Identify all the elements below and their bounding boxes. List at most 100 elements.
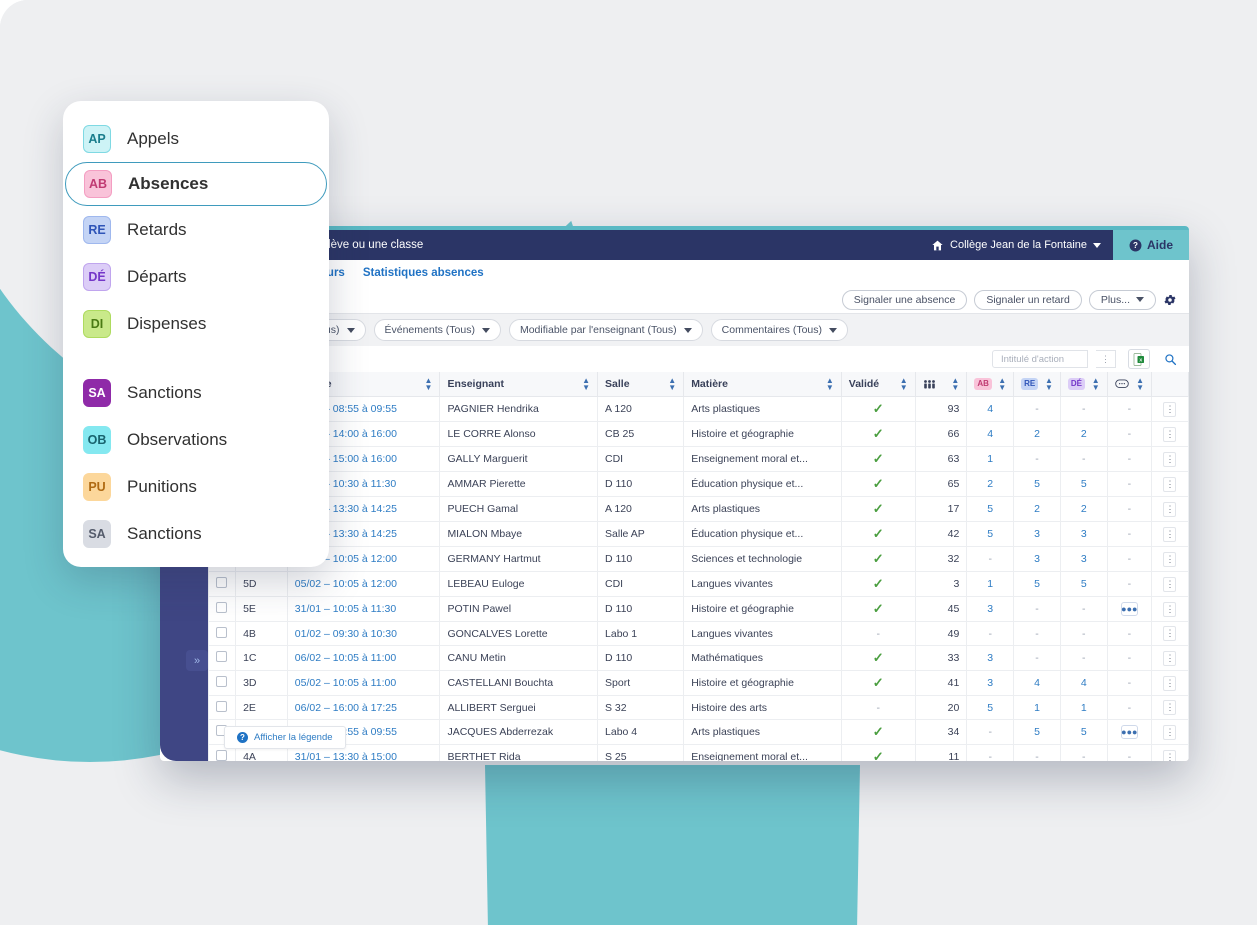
excel-export-icon[interactable]: X (1128, 349, 1150, 369)
menu-item-sanctions[interactable]: SA Sanctions (63, 510, 329, 557)
row-checkbox-cell[interactable] (208, 621, 237, 646)
vertical-dots-icon[interactable]: ⋮ (1163, 576, 1177, 592)
table-row[interactable]: 1C 06/02 – 10:05 à 11:00 CANU Metin D 110 Ma… (208, 645, 1189, 671)
table-row[interactable]: 1C01/02 – 10:05 à 12:00GERMANY HartmutD … (208, 546, 1189, 572)
vertical-dots-icon[interactable]: ⋮ (1163, 700, 1177, 715)
row-checkbox-cell[interactable] (208, 645, 237, 671)
speech-bubble-icon[interactable]: ●●● (1120, 725, 1138, 739)
vertical-dots-icon[interactable]: ⋮ (1163, 426, 1177, 442)
table-row[interactable]: 5D01/02 – 13:30 à 14:25MIALON MbayeSalle… (208, 521, 1189, 547)
more-actions-button[interactable]: Plus... (1088, 289, 1156, 310)
sort-icon[interactable]: ▲▼ (582, 377, 590, 392)
gear-icon[interactable] (1163, 293, 1177, 307)
cell-row-actions[interactable]: ⋮ (1150, 621, 1189, 646)
filter-commentaires[interactable]: Commentaires (Tous) (710, 319, 849, 341)
sort-icon[interactable]: ▲▼ (951, 377, 959, 392)
vertical-dots-icon[interactable]: ⋮ (1163, 626, 1177, 641)
row-checkbox[interactable] (216, 651, 227, 662)
vertical-dots-icon[interactable]: ⋮ (1163, 401, 1177, 417)
row-checkbox-cell[interactable] (208, 571, 237, 597)
sort-icon[interactable]: ▲▼ (1136, 377, 1144, 392)
sort-icon[interactable]: ▲▼ (1092, 377, 1100, 392)
vertical-dots-icon[interactable]: ⋮ (1163, 650, 1177, 666)
cell-row-actions[interactable]: ⋮ (1150, 596, 1189, 622)
vertical-dots-icon[interactable]: ⋮ (1096, 350, 1116, 368)
table-row[interactable]: 2E 06/02 – 16:00 à 17:25 ALLIBERT Serguei S… (208, 695, 1189, 720)
action-title-input[interactable]: Intitulé d'action (992, 350, 1088, 368)
cell-row-actions[interactable]: ⋮ (1150, 645, 1189, 671)
menu-item-punitions[interactable]: PU Punitions (63, 463, 329, 510)
menu-item-absences[interactable]: AB Absences (65, 162, 327, 206)
report-late-button[interactable]: Signaler un retard (974, 289, 1082, 310)
cell-row-actions[interactable]: ⋮ (1150, 446, 1189, 472)
cell-row-actions[interactable]: ⋮ (1150, 546, 1189, 572)
vertical-dots-icon[interactable]: ⋮ (1163, 476, 1177, 492)
sort-icon[interactable]: ▲▼ (826, 377, 834, 392)
cell-row-actions[interactable]: ⋮ (1150, 695, 1189, 720)
cell-commentaire[interactable]: ●●● (1106, 596, 1152, 622)
menu-item-retards[interactable]: RE Retards (63, 206, 329, 253)
cell-row-actions[interactable]: ⋮ (1150, 719, 1189, 745)
data-table-container[interactable]: ▲▼ Séance ▲▼ Ensei (208, 372, 1189, 761)
col-re[interactable]: RE ▲ ▼ (1013, 372, 1061, 397)
cell-row-actions[interactable]: ⋮ (1150, 471, 1189, 497)
chevron-double-right-icon[interactable]: » (186, 650, 208, 671)
cell-row-actions[interactable]: ⋮ (1150, 670, 1189, 696)
sort-icon[interactable]: ▲▼ (900, 377, 908, 392)
col-de[interactable]: DÉ ▲ ▼ (1059, 372, 1108, 397)
col-enseignant[interactable]: Enseignant ▲ ▼ (439, 372, 599, 397)
cell-row-actions[interactable]: ⋮ (1150, 571, 1189, 597)
menu-item-sanctions[interactable]: SA Sanctions (63, 369, 329, 416)
cell-commentaire[interactable]: ●●● (1106, 719, 1152, 745)
tab-statistiques-absences[interactable]: Statistiques absences (363, 260, 484, 286)
col-salle[interactable]: Salle ▲ ▼ (597, 372, 685, 397)
table-row[interactable]: 4A 31/01 – 13:30 à 15:00 BERTHET Rida S 25 E… (208, 744, 1189, 761)
row-checkbox[interactable] (216, 602, 227, 613)
row-checkbox[interactable] (216, 700, 227, 712)
row-checkbox-cell[interactable] (208, 596, 237, 622)
row-checkbox[interactable] (216, 626, 227, 638)
table-row[interactable]: 3D06/02 – 14:00 à 16:00LE CORRE AlonsoCB… (208, 421, 1189, 447)
row-checkbox-cell[interactable] (208, 695, 237, 720)
report-absence-button[interactable]: Signaler une absence (841, 289, 968, 310)
table-row[interactable]: 3E07/02 – 08:55 à 09:55PAGNIER HendrikaA… (208, 396, 1189, 422)
col-commentaire[interactable]: ▲ ▼ (1106, 372, 1152, 397)
vertical-dots-icon[interactable]: ⋮ (1163, 749, 1177, 761)
vertical-dots-icon[interactable]: ⋮ (1163, 501, 1177, 517)
vertical-dots-icon[interactable]: ⋮ (1163, 451, 1177, 467)
col-effectif[interactable]: ▲ ▼ (914, 372, 968, 397)
menu-item-dparts[interactable]: DÉ Départs (63, 253, 329, 300)
table-row[interactable]: 3D 05/02 – 10:05 à 11:00 CASTELLANI Boucht… (208, 670, 1189, 696)
row-checkbox-cell[interactable] (208, 670, 237, 696)
table-row[interactable]: 6D06/02 – 10:30 à 11:30AMMAR PieretteD 1… (208, 471, 1189, 497)
table-row[interactable]: 5D 05/02 – 10:05 à 12:00 LEBEAU Euloge CDI L… (208, 571, 1189, 597)
cell-row-actions[interactable]: ⋮ (1150, 496, 1189, 522)
col-ab[interactable]: AB ▲ ▼ (966, 372, 1015, 397)
cell-row-actions[interactable]: ⋮ (1150, 521, 1189, 547)
vertical-dots-icon[interactable]: ⋮ (1163, 675, 1177, 691)
sort-icon[interactable]: ▲▼ (1045, 377, 1053, 392)
table-row[interactable]: 4E05/02 – 08:55 à 09:55JACQUES Abderreza… (208, 719, 1189, 745)
search-icon[interactable] (1164, 353, 1177, 366)
vertical-dots-icon[interactable]: ⋮ (1163, 526, 1177, 542)
row-checkbox[interactable] (216, 750, 227, 761)
menu-item-dispenses[interactable]: DI Dispenses (63, 300, 329, 347)
cell-row-actions[interactable]: ⋮ (1150, 744, 1189, 761)
col-matiere[interactable]: Matière ▲ ▼ (683, 372, 842, 397)
vertical-dots-icon[interactable]: ⋮ (1163, 601, 1177, 617)
cell-row-actions[interactable]: ⋮ (1150, 396, 1189, 422)
sort-icon[interactable]: ▲▼ (998, 377, 1006, 392)
cell-row-actions[interactable]: ⋮ (1150, 421, 1189, 447)
vertical-dots-icon[interactable]: ⋮ (1163, 724, 1177, 740)
show-legend-button[interactable]: ? Afficher la légende (224, 726, 346, 749)
table-row[interactable]: 4B 01/02 – 09:30 à 10:30 GONCALVES Lorette… (208, 621, 1189, 646)
table-row[interactable]: 1D07/02 – 15:00 à 16:00GALLY MargueritCD… (208, 446, 1189, 472)
col-valide[interactable]: Validé ▲ ▼ (840, 372, 916, 397)
row-checkbox[interactable] (216, 577, 227, 588)
vertical-dots-icon[interactable]: ⋮ (1163, 551, 1177, 567)
row-checkbox[interactable] (216, 676, 227, 687)
speech-bubble-icon[interactable]: ●●● (1120, 602, 1138, 616)
filter-evenements[interactable]: Événements (Tous) (373, 319, 501, 341)
sort-icon[interactable]: ▲▼ (425, 377, 433, 392)
filter-modifiable-enseignant[interactable]: Modifiable par l'enseignant (Tous) (508, 319, 703, 341)
